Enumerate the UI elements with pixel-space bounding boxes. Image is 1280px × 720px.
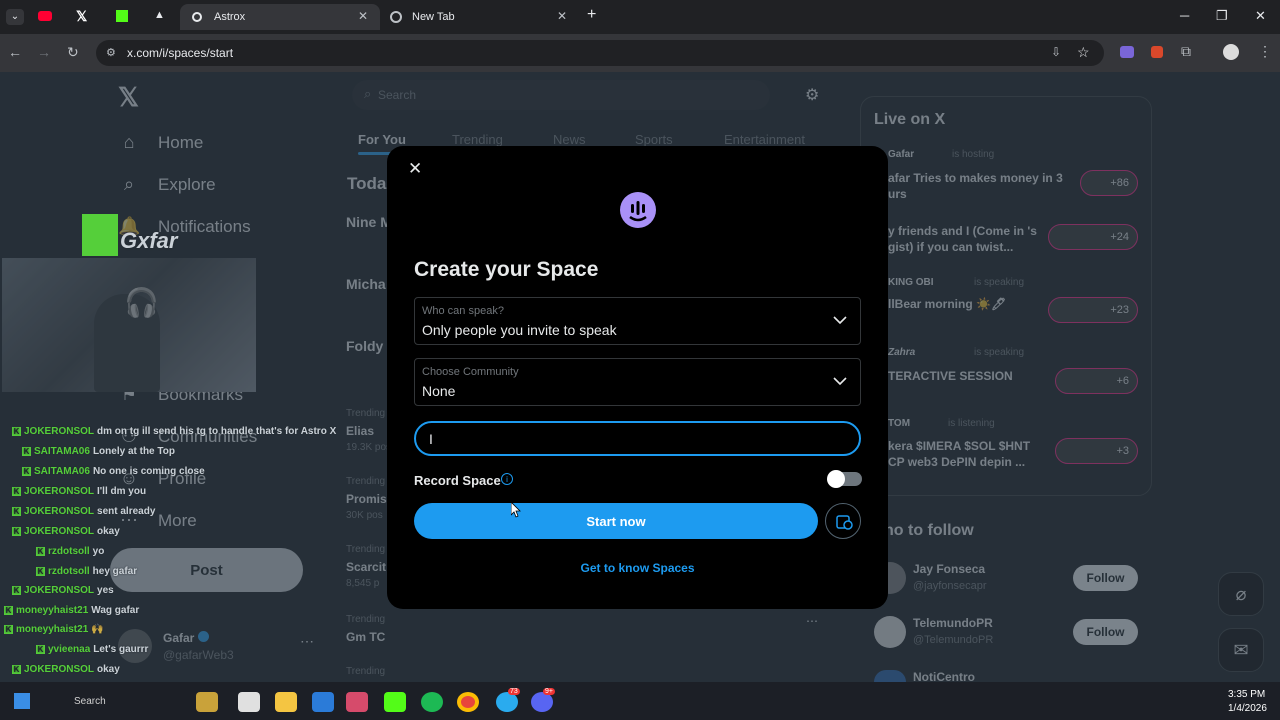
kick-app-icon[interactable] (384, 692, 406, 712)
telegram-icon[interactable] (496, 692, 518, 712)
close-tab-icon[interactable]: ✕ (557, 9, 567, 23)
new-tab-plus-icon[interactable]: + (587, 6, 596, 24)
discord-icon[interactable] (531, 692, 553, 712)
chevron-down-icon (833, 377, 847, 386)
extension-icon-red[interactable] (1151, 46, 1163, 58)
tab-search-button[interactable]: ⌄ (6, 9, 24, 25)
pinned-tab-icon[interactable]: ▲ (154, 9, 165, 21)
url-text: x.com/i/spaces/start (127, 46, 234, 60)
install-app-icon[interactable]: ⇩ (1051, 45, 1061, 59)
task-view-icon[interactable] (238, 692, 260, 712)
start-now-button[interactable]: Start now (414, 503, 818, 539)
info-icon[interactable]: i (501, 473, 513, 485)
store-icon[interactable] (312, 692, 334, 712)
chrome-favicon (390, 11, 402, 23)
address-bar[interactable]: ⚙ x.com/i/spaces/start ⇩ ☆ (96, 40, 1104, 66)
who-can-speak-label: Who can speak? (422, 305, 504, 317)
close-tab-icon[interactable]: ✕ (358, 9, 368, 23)
site-info-icon[interactable]: ⚙ (106, 46, 116, 59)
search-label[interactable]: Search (74, 696, 106, 707)
tab-astrox[interactable]: Astrox (180, 4, 380, 30)
widgets-icon[interactable] (196, 692, 218, 712)
space-name-value: I (429, 431, 433, 447)
extension-icon-bar[interactable] (1120, 46, 1134, 58)
community-select[interactable]: Choose Community None (414, 358, 861, 406)
mic-waveform-icon (629, 201, 647, 222)
who-can-speak-value: Only people you invite to speak (422, 322, 617, 338)
close-icon[interactable]: ✕ (408, 159, 422, 179)
kick-tab-icon[interactable] (116, 10, 128, 22)
get-to-know-spaces-link[interactable]: Get to know Spaces (387, 561, 888, 575)
windows-start-icon[interactable] (14, 693, 30, 709)
reload-icon[interactable]: ↻ (67, 44, 79, 61)
toggle-knob (827, 470, 845, 488)
calendar-clock-icon (836, 515, 853, 530)
tab-new-tab[interactable]: New Tab (384, 4, 574, 30)
record-space-label: Record Space (414, 473, 501, 488)
maximize-icon[interactable]: ❐ (1216, 8, 1228, 24)
tab-title: New Tab (412, 11, 455, 23)
mouse-cursor-icon (511, 502, 521, 518)
x-tab-icon[interactable]: 𝕏 (76, 8, 87, 25)
window-close-icon[interactable]: ✕ (1255, 8, 1266, 24)
who-can-speak-select[interactable]: Who can speak? Only people you invite to… (414, 297, 861, 345)
youtube-tab-icon[interactable] (38, 11, 52, 21)
record-toggle[interactable] (827, 470, 862, 488)
schedule-button[interactable] (825, 503, 861, 539)
bookmark-star-icon[interactable]: ☆ (1077, 44, 1090, 61)
community-label: Choose Community (422, 366, 519, 378)
create-space-dialog: ✕ Create your Space Who can speak? Only … (387, 146, 888, 609)
snipping-tool-icon[interactable] (346, 692, 368, 712)
tab-title: Astrox (214, 11, 246, 23)
community-value: None (422, 383, 456, 399)
forward-arrow-icon[interactable]: → (37, 44, 51, 60)
spaces-mic-icon (620, 192, 656, 228)
profile-avatar-icon[interactable] (1223, 44, 1239, 60)
chevron-down-icon (833, 316, 847, 325)
chrome-icon[interactable] (457, 692, 479, 712)
astrox-favicon (192, 12, 202, 22)
dialog-title: Create your Space (414, 258, 599, 281)
extensions-puzzle-icon[interactable]: ⧉ (1181, 43, 1191, 60)
menu-dots-icon[interactable]: ⋮ (1258, 43, 1272, 60)
telegram-badge: 73 (508, 688, 520, 695)
discord-badge: 9+ (543, 688, 555, 695)
clock-date[interactable]: 1/4/2026 (1228, 703, 1267, 714)
space-name-input[interactable]: I (414, 421, 861, 456)
start-now-label: Start now (586, 513, 646, 529)
minimize-icon[interactable]: ─ (1180, 8, 1189, 23)
clock-time[interactable]: 3:35 PM (1228, 689, 1265, 700)
browser-tab-bar: ⌄ 𝕏 ▲ Astrox ✕ New Tab ✕ + ─ ❐ ✕ (0, 0, 1280, 34)
back-arrow-icon[interactable]: ← (8, 44, 22, 60)
spotify-icon[interactable] (421, 692, 443, 712)
file-explorer-icon[interactable] (275, 692, 297, 712)
windows-taskbar: Search 3:35 PM 1/4/2026 (0, 682, 1280, 720)
